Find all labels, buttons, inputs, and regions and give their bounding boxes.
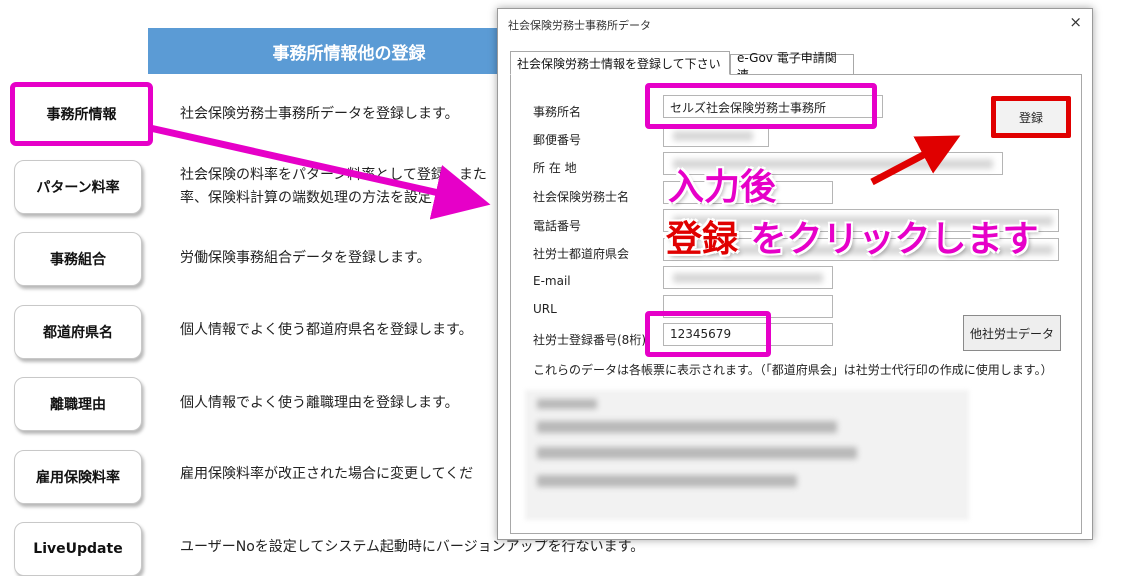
tab-sharoushi-info[interactable]: 社会保険労務士情報を登録して下さい <box>510 51 730 75</box>
arrow-to-dialog-icon <box>149 124 491 220</box>
annotation-arrows <box>149 124 961 220</box>
arrow-to-register-icon <box>870 135 961 186</box>
